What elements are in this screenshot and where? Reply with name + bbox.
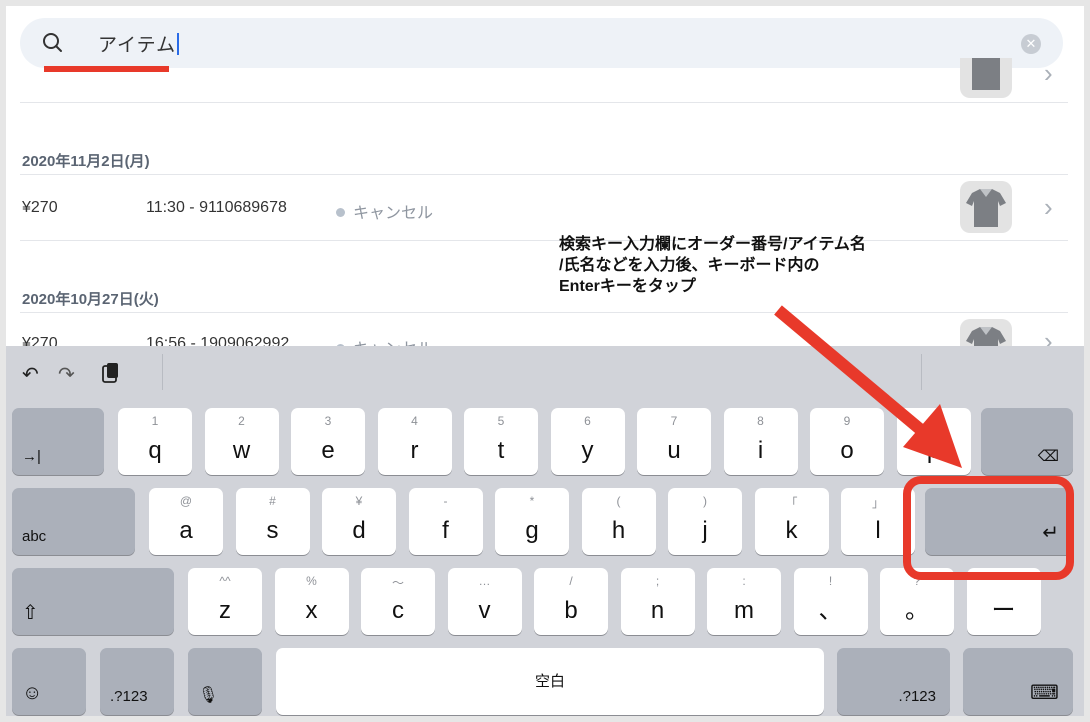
app-frame: アイテム ✕ › 2020年11月2日(月) ¥270 11:30 - 9110… <box>6 6 1084 716</box>
annotation-arrow <box>774 305 962 468</box>
enter-key-highlight <box>903 476 1074 580</box>
